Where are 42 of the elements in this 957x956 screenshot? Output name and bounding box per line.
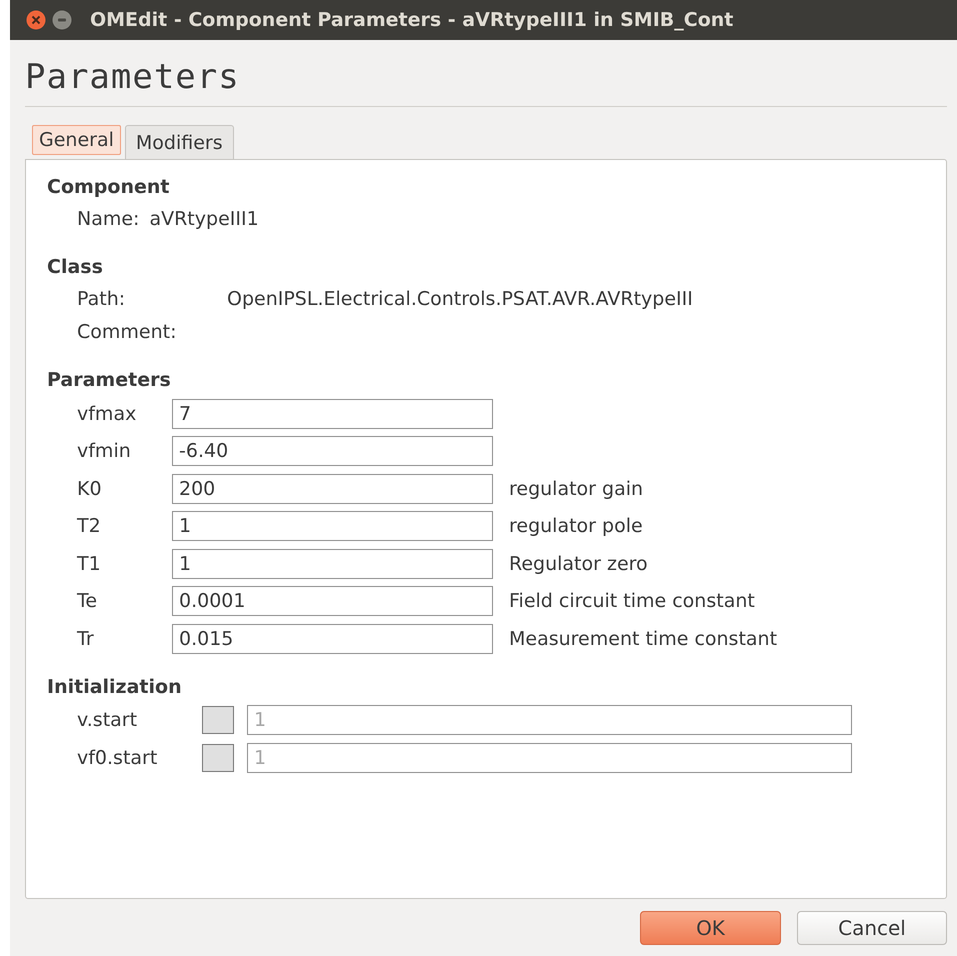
input-field[interactable]: -6.40	[172, 436, 493, 466]
parameter-name: Tr	[77, 628, 95, 650]
parameter-comment: Regulator zero	[509, 552, 648, 575]
field-label: Comment:	[77, 320, 176, 342]
input-field[interactable]: 1	[172, 511, 493, 542]
component-name: aVRtypeIII1	[149, 208, 259, 230]
parameter-comment: regulator pole	[509, 515, 643, 538]
tab[interactable]: Modifiers	[124, 125, 234, 159]
parameter-name: vfmin	[77, 440, 132, 462]
section-title: Initialization	[47, 676, 182, 700]
parameter-name: v.start	[77, 709, 138, 732]
input-field[interactable]: 1	[247, 742, 852, 773]
parameter-comment: regulator gain	[509, 478, 644, 500]
tab[interactable]: General	[32, 125, 121, 155]
close-icon[interactable]	[26, 10, 46, 30]
input-field[interactable]: 1	[172, 548, 493, 579]
parameter-comment: Measurement time constant	[509, 628, 778, 650]
parameter-name: vf0.start	[77, 746, 158, 769]
checkbox[interactable]	[202, 744, 234, 772]
section-title: Component	[47, 176, 170, 200]
window-title: OMEdit - Component Parameters - aVRtypeIII1 in SMIB_Cont	[90, 9, 734, 31]
parameter-name: T1	[77, 552, 102, 575]
section-title: Parameters	[47, 369, 171, 393]
field-label: Path:	[77, 288, 126, 310]
dialog-heading: Parameters	[25, 56, 240, 99]
input-field[interactable]: 7	[172, 398, 493, 429]
input-field[interactable]: 0.015	[172, 624, 493, 654]
minimize-icon[interactable]	[52, 10, 72, 30]
input-field[interactable]: 0.0001	[172, 586, 493, 616]
parameter-comment: Field circuit time constant	[509, 590, 755, 612]
parameter-name: K0	[77, 478, 103, 500]
parameter-name: Te	[77, 590, 98, 612]
input-field[interactable]: 200	[172, 474, 493, 504]
input-field[interactable]: 1	[247, 705, 852, 736]
parameter-name: T2	[77, 515, 102, 538]
checkbox[interactable]	[202, 706, 234, 734]
class-path: OpenIPSL.Electrical.Controls.PSAT.AVR.AVRtypeIII	[227, 288, 693, 310]
cancel-button[interactable]: Cancel	[797, 911, 947, 945]
section-title: Class	[47, 256, 103, 280]
ok-button[interactable]: OK	[640, 911, 781, 945]
field-label: Name:	[77, 208, 140, 230]
parameter-name: vfmax	[77, 402, 138, 425]
